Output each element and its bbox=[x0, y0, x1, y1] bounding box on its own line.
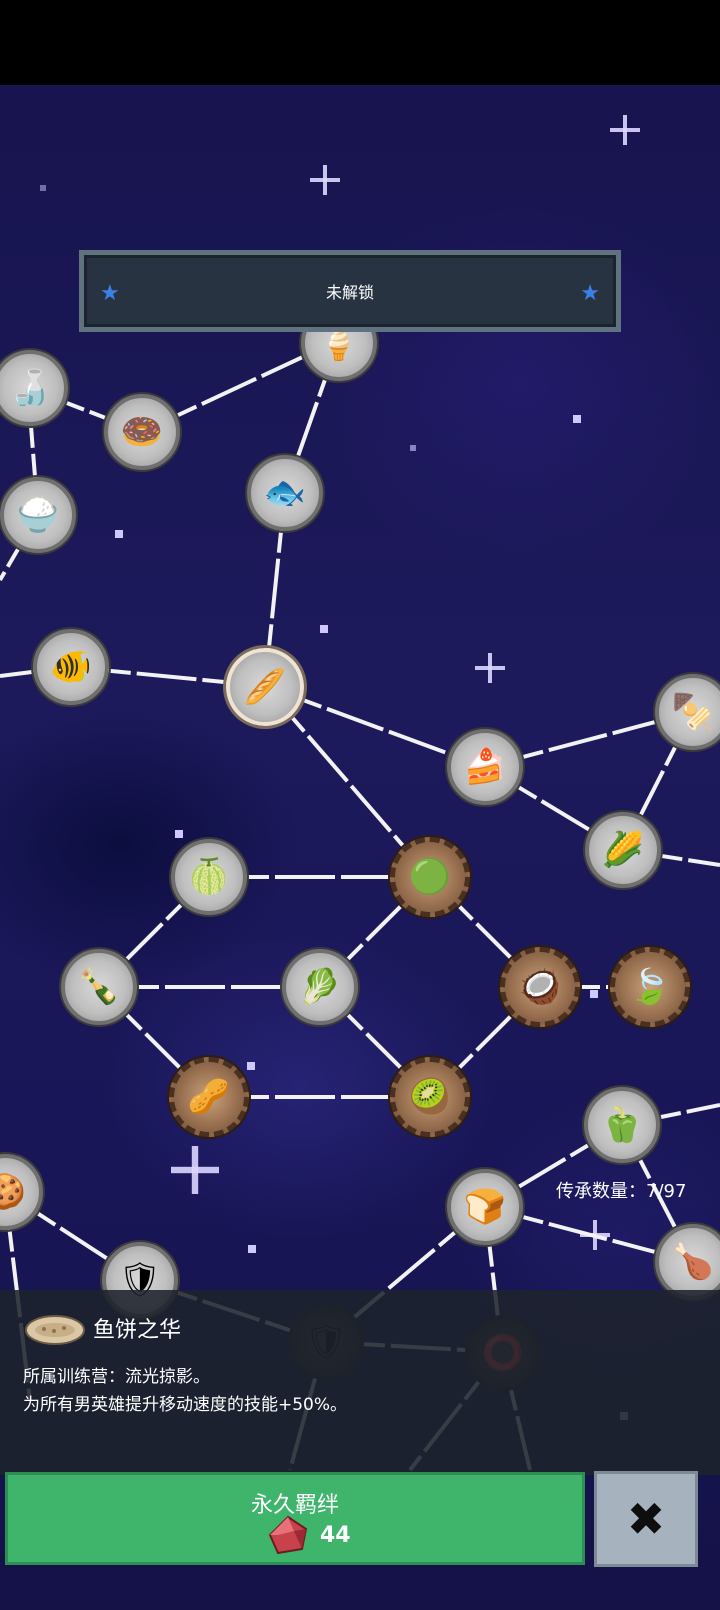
talent-node-cake[interactable]: 🍰 bbox=[447, 729, 523, 805]
green-bun-icon: 🥬 bbox=[298, 967, 342, 1007]
melon-slice-icon: 🍈 bbox=[187, 857, 231, 897]
coconut-icon: 🥥 bbox=[518, 967, 562, 1007]
talent-node-leaf[interactable]: 🍃 bbox=[610, 947, 690, 1027]
star-left-icon: ★ bbox=[100, 281, 120, 306]
leaf-icon: 🍃 bbox=[628, 967, 672, 1007]
bond-cost: 44 bbox=[320, 1523, 351, 1548]
chocolate-cake-icon: 🍰 bbox=[463, 747, 507, 787]
skewer-icon: 🍢 bbox=[671, 692, 715, 732]
talent-node-fish-steak[interactable]: 🐟 bbox=[247, 455, 323, 531]
talent-effect: 为所有男英雄提升移动速度的技能+50%。 bbox=[23, 1395, 348, 1415]
red-gem-icon bbox=[268, 1515, 308, 1555]
talent-node-wine[interactable]: 🍾 bbox=[61, 949, 137, 1025]
drumstick-icon: 🍗 bbox=[671, 1242, 715, 1282]
talent-node-melon[interactable]: 🍈 bbox=[171, 839, 247, 915]
bell-pepper-icon: 🫑 bbox=[600, 1105, 644, 1145]
permanent-bond-button[interactable]: 永久羁绊 44 bbox=[5, 1472, 585, 1565]
talent-node-coconut[interactable]: 🥥 bbox=[500, 947, 580, 1027]
inheritance-count: 传承数量：7/97 bbox=[556, 1181, 687, 1202]
donut-icon: 🍩 bbox=[120, 412, 164, 452]
talent-node-corn[interactable]: 🌽 bbox=[585, 812, 661, 888]
wine-bottle-icon: 🍾 bbox=[77, 967, 121, 1007]
talent-name: 鱼饼之华 bbox=[93, 1318, 182, 1343]
talent-node-kiwi[interactable]: 🥝 bbox=[390, 1057, 470, 1137]
locked-banner: ★ 未解锁 ★ bbox=[79, 250, 621, 332]
green-jelly-icon: 🟢 bbox=[408, 857, 452, 897]
close-button[interactable]: ✖ bbox=[594, 1471, 698, 1567]
fish-cake-icon bbox=[25, 1315, 85, 1345]
fish-cake-icon: 🥖 bbox=[243, 667, 287, 707]
bottle-icon: 🍶 bbox=[8, 368, 52, 408]
cookie-icon: 🍪 bbox=[0, 1172, 27, 1212]
talent-node-fish-cake-selected[interactable]: 🥖 bbox=[226, 648, 304, 726]
talent-node-donut[interactable]: 🍩 bbox=[104, 394, 180, 470]
talent-node-fish[interactable]: 🐠 bbox=[33, 629, 109, 705]
kiwi-icon: 🥝 bbox=[408, 1077, 452, 1117]
close-icon: ✖ bbox=[626, 1492, 666, 1546]
talent-node-beans[interactable]: 🥜 bbox=[169, 1057, 249, 1137]
banner-title: 未解锁 bbox=[325, 283, 374, 302]
talent-node-pepper[interactable]: 🫑 bbox=[584, 1087, 660, 1163]
talent-node-leaf-bun[interactable]: 🥬 bbox=[282, 949, 358, 1025]
talent-camp: 所属训练营：流光掠影。 bbox=[23, 1367, 210, 1387]
star-right-icon: ★ bbox=[580, 281, 600, 306]
flour-sack-icon: 🍚 bbox=[16, 495, 60, 535]
talent-node-sack[interactable]: 🍚 bbox=[0, 477, 76, 553]
corn-icon: 🌽 bbox=[601, 830, 645, 870]
talent-node-jelly[interactable]: 🟢 bbox=[390, 837, 470, 917]
fish-steak-icon: 🐟 bbox=[263, 473, 307, 513]
talent-node-bread[interactable]: 🍞 bbox=[447, 1169, 523, 1245]
fish-icon: 🐠 bbox=[49, 647, 93, 687]
beans-icon: 🥜 bbox=[187, 1077, 231, 1117]
bread-loaf-icon: 🍞 bbox=[463, 1187, 507, 1227]
